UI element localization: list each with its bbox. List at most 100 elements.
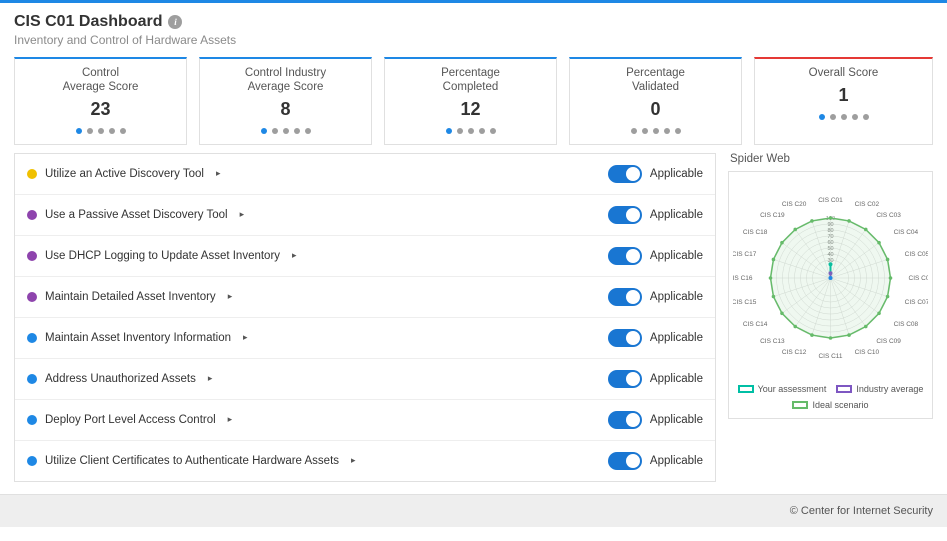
pagination-dot[interactable] xyxy=(294,128,300,134)
kpi-value: 23 xyxy=(90,99,110,120)
footer-copyright: © Center for Internet Security xyxy=(0,494,947,527)
svg-text:CIS C01: CIS C01 xyxy=(818,197,843,204)
page-header: CIS C01 Dashboard i Inventory and Contro… xyxy=(0,3,947,53)
pagination-dot[interactable] xyxy=(283,128,289,134)
subcontrol-label: Utilize Client Certificates to Authentic… xyxy=(45,455,339,467)
svg-text:CIS C15: CIS C15 xyxy=(733,299,757,306)
svg-text:CIS C10: CIS C10 xyxy=(855,349,880,356)
pagination-dot[interactable] xyxy=(675,128,681,134)
svg-text:CIS C14: CIS C14 xyxy=(743,320,768,327)
chevron-right-icon: ▸ xyxy=(216,168,221,179)
svg-text:CIS C16: CIS C16 xyxy=(733,275,753,282)
pagination-dot[interactable] xyxy=(819,114,825,120)
kpi-label: PercentageCompleted xyxy=(441,67,500,95)
applicable-toggle[interactable] xyxy=(608,206,642,224)
page-title: CIS C01 Dashboard xyxy=(14,13,162,31)
pagination-dots[interactable] xyxy=(819,114,869,120)
kpi-card[interactable]: PercentageValidated0 xyxy=(569,57,742,145)
status-dot xyxy=(27,169,37,179)
pagination-dot[interactable] xyxy=(631,128,637,134)
status-dot xyxy=(27,210,37,220)
subcontrol-label: Use DHCP Logging to Update Asset Invento… xyxy=(45,250,280,262)
pagination-dot[interactable] xyxy=(457,128,463,134)
kpi-card[interactable]: PercentageCompleted 12 xyxy=(384,57,557,145)
spider-title: Spider Web xyxy=(728,153,933,165)
chevron-right-icon: ▸ xyxy=(228,291,233,302)
subcontrol-label: Maintain Detailed Asset Inventory xyxy=(45,291,216,303)
svg-text:CIS C04: CIS C04 xyxy=(894,229,919,236)
applicable-toggle[interactable] xyxy=(608,288,642,306)
svg-text:CIS C18: CIS C18 xyxy=(743,229,768,236)
applicable-toggle[interactable] xyxy=(608,165,642,183)
pagination-dot[interactable] xyxy=(490,128,496,134)
kpi-card[interactable]: ControlAverage Score 23 xyxy=(14,57,187,145)
chevron-right-icon: ▸ xyxy=(208,373,213,384)
svg-text:CIS C03: CIS C03 xyxy=(876,211,901,218)
spider-chart: CIS C01CIS C02CIS C03CIS C04CIS C05CIS C… xyxy=(733,178,928,378)
chevron-right-icon: ▸ xyxy=(292,250,297,261)
applicable-label: Applicable xyxy=(650,332,703,344)
pagination-dot[interactable] xyxy=(664,128,670,134)
info-icon[interactable]: i xyxy=(168,15,182,29)
pagination-dot[interactable] xyxy=(479,128,485,134)
pagination-dot[interactable] xyxy=(87,128,93,134)
kpi-value: 8 xyxy=(280,99,290,120)
pagination-dot[interactable] xyxy=(305,128,311,134)
pagination-dot[interactable] xyxy=(863,114,869,120)
subcontrol-row[interactable]: Utilize an Active Discovery Tool▸Applica… xyxy=(15,154,715,195)
pagination-dots[interactable] xyxy=(631,128,681,134)
pagination-dot[interactable] xyxy=(642,128,648,134)
kpi-value: 12 xyxy=(460,99,480,120)
pagination-dot[interactable] xyxy=(98,128,104,134)
pagination-dot[interactable] xyxy=(653,128,659,134)
pagination-dots[interactable] xyxy=(261,128,311,134)
pagination-dots[interactable] xyxy=(76,128,126,134)
pagination-dot[interactable] xyxy=(109,128,115,134)
subcontrol-row[interactable]: Address Unauthorized Assets▸Applicable xyxy=(15,359,715,400)
subcontrol-row[interactable]: Utilize Client Certificates to Authentic… xyxy=(15,441,715,481)
svg-text:CIS C20: CIS C20 xyxy=(782,200,807,207)
kpi-value: 1 xyxy=(838,85,848,106)
kpi-label: ControlAverage Score xyxy=(63,67,139,95)
applicable-toggle[interactable] xyxy=(608,329,642,347)
pagination-dot[interactable] xyxy=(830,114,836,120)
legend-your-assessment: Your assessment xyxy=(738,384,827,394)
svg-text:CIS C05: CIS C05 xyxy=(905,250,928,257)
pagination-dot[interactable] xyxy=(120,128,126,134)
kpi-card[interactable]: Control IndustryAverage Score8 xyxy=(199,57,372,145)
kpi-row: ControlAverage Score 23 Control IndustryAv… xyxy=(0,53,947,153)
pagination-dot[interactable] xyxy=(272,128,278,134)
status-dot xyxy=(27,456,37,466)
pagination-dots[interactable] xyxy=(446,128,496,134)
pagination-dot[interactable] xyxy=(261,128,267,134)
subcontrol-label: Deploy Port Level Access Control xyxy=(45,414,216,426)
subcontrol-row[interactable]: Maintain Asset Inventory Information▸App… xyxy=(15,318,715,359)
applicable-label: Applicable xyxy=(650,455,703,467)
subcontrol-row[interactable]: Use DHCP Logging to Update Asset Invento… xyxy=(15,236,715,277)
legend-industry-average: Industry average xyxy=(836,384,923,394)
pagination-dot[interactable] xyxy=(841,114,847,120)
applicable-label: Applicable xyxy=(650,414,703,426)
applicable-toggle[interactable] xyxy=(608,452,642,470)
svg-text:CIS C12: CIS C12 xyxy=(782,349,807,356)
svg-text:CIS C09: CIS C09 xyxy=(876,338,901,345)
pagination-dot[interactable] xyxy=(446,128,452,134)
kpi-label: PercentageValidated xyxy=(626,67,685,95)
applicable-toggle[interactable] xyxy=(608,411,642,429)
subcontrol-row[interactable]: Use a Passive Asset Discovery Tool▸Appli… xyxy=(15,195,715,236)
legend-ideal-scenario: Ideal scenario xyxy=(792,400,868,410)
subcontrol-row[interactable]: Maintain Detailed Asset Inventory▸Applic… xyxy=(15,277,715,318)
pagination-dot[interactable] xyxy=(76,128,82,134)
chevron-right-icon: ▸ xyxy=(351,455,356,466)
pagination-dot[interactable] xyxy=(468,128,474,134)
kpi-card[interactable]: Overall Score1 xyxy=(754,57,933,145)
status-dot xyxy=(27,292,37,302)
spider-card: CIS C01CIS C02CIS C03CIS C04CIS C05CIS C… xyxy=(728,171,933,419)
applicable-toggle[interactable] xyxy=(608,247,642,265)
subcontrol-row[interactable]: Deploy Port Level Access Control▸Applica… xyxy=(15,400,715,441)
subcontrol-list: Utilize an Active Discovery Tool▸Applica… xyxy=(14,153,716,482)
svg-text:CIS C17: CIS C17 xyxy=(733,250,757,257)
pagination-dot[interactable] xyxy=(852,114,858,120)
svg-text:CIS C11: CIS C11 xyxy=(818,353,842,360)
applicable-toggle[interactable] xyxy=(608,370,642,388)
